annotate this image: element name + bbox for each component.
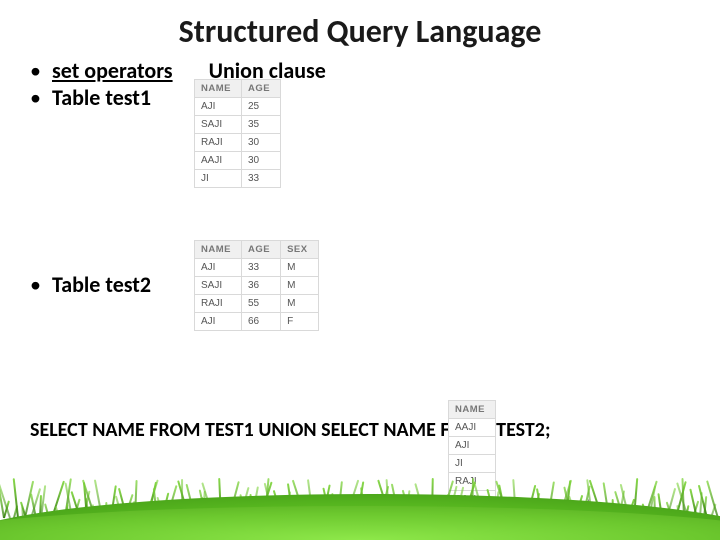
- table-cell: 30: [241, 152, 280, 170]
- column-header: NAME: [195, 241, 242, 259]
- table-test2-label: Table test2: [52, 271, 151, 298]
- table-cell: M: [281, 259, 319, 277]
- table-cell: SAJI: [195, 277, 242, 295]
- table-cell: SAJI: [195, 116, 242, 134]
- table-row: RAJI55M: [195, 295, 319, 313]
- table-row: SAJI36M: [195, 277, 319, 295]
- table-cell: JI: [449, 455, 496, 473]
- grass-decoration: [0, 470, 720, 540]
- table-row: JI33: [195, 170, 281, 188]
- page-title: Structured Query Language: [30, 12, 690, 51]
- data-table: NAMEAGE AJI25SAJI35RAJI30AAJI30JI33: [194, 79, 281, 188]
- table-row: RAJI: [449, 473, 496, 491]
- table-cell: RAJI: [449, 473, 496, 491]
- table-cell: 66: [241, 313, 280, 331]
- data-table: NAME AAJIAJIJIRAJISAJI: [448, 400, 496, 509]
- table-row: AJI25: [195, 98, 281, 116]
- table-test1-label: Table test1: [52, 84, 151, 111]
- table-cell: M: [281, 295, 319, 313]
- bullet-dot-icon: •: [30, 60, 46, 82]
- table-row: AJI33M: [195, 259, 319, 277]
- table-cell: JI: [195, 170, 242, 188]
- table-row: AJI66F: [195, 313, 319, 331]
- bullet-line-1: • set operators Union clause: [30, 57, 690, 84]
- table-row: RAJI30: [195, 134, 281, 152]
- table-cell: RAJI: [195, 295, 242, 313]
- table-cell: SAJI: [449, 491, 496, 509]
- column-header: AGE: [241, 241, 280, 259]
- table-cell: AJI: [195, 98, 242, 116]
- column-header: SEX: [281, 241, 319, 259]
- table-row: AJI: [449, 437, 496, 455]
- bullet-line-2: • Table test1: [30, 84, 690, 111]
- bullet-line-3: • Table test2: [30, 271, 690, 298]
- rows-returned-label: 5 rows returned: [520, 499, 589, 510]
- set-operators-label: set operators: [52, 57, 173, 84]
- table-row: JI: [449, 455, 496, 473]
- table-cell: AJI: [449, 437, 496, 455]
- table-cell: 25: [241, 98, 280, 116]
- table-cell: AAJI: [449, 419, 496, 437]
- column-header: NAME: [195, 80, 242, 98]
- table-test1: NAMEAGE AJI25SAJI35RAJI30AAJI30JI33: [194, 79, 281, 188]
- table-cell: 30: [241, 134, 280, 152]
- table-cell: M: [281, 277, 319, 295]
- table-cell: AJI: [195, 313, 242, 331]
- bullet-dot-icon: •: [30, 87, 46, 109]
- table-result: NAME AAJIAJIJIRAJISAJI: [448, 400, 496, 509]
- table-cell: 35: [241, 116, 280, 134]
- table-row: AAJI: [449, 419, 496, 437]
- table-cell: RAJI: [195, 134, 242, 152]
- table-cell: AAJI: [195, 152, 242, 170]
- table-row: SAJI: [449, 491, 496, 509]
- table-cell: F: [281, 313, 319, 331]
- table-cell: 33: [241, 259, 280, 277]
- table-cell: 55: [241, 295, 280, 313]
- table-cell: 36: [241, 277, 280, 295]
- column-header: NAME: [449, 401, 496, 419]
- sql-statement: SELECT NAME FROM TEST1 UNION SELECT NAME…: [30, 418, 690, 442]
- column-header: AGE: [241, 80, 280, 98]
- table-row: SAJI35: [195, 116, 281, 134]
- table-cell: AJI: [195, 259, 242, 277]
- slide: Structured Query Language • set operator…: [0, 0, 720, 540]
- table-cell: 33: [241, 170, 280, 188]
- table-row: AAJI30: [195, 152, 281, 170]
- bullet-dot-icon: •: [30, 274, 46, 296]
- data-table: NAMEAGESEX AJI33MSAJI36MRAJI55MAJI66F: [194, 240, 319, 331]
- table-test2: NAMEAGESEX AJI33MSAJI36MRAJI55MAJI66F: [194, 240, 319, 331]
